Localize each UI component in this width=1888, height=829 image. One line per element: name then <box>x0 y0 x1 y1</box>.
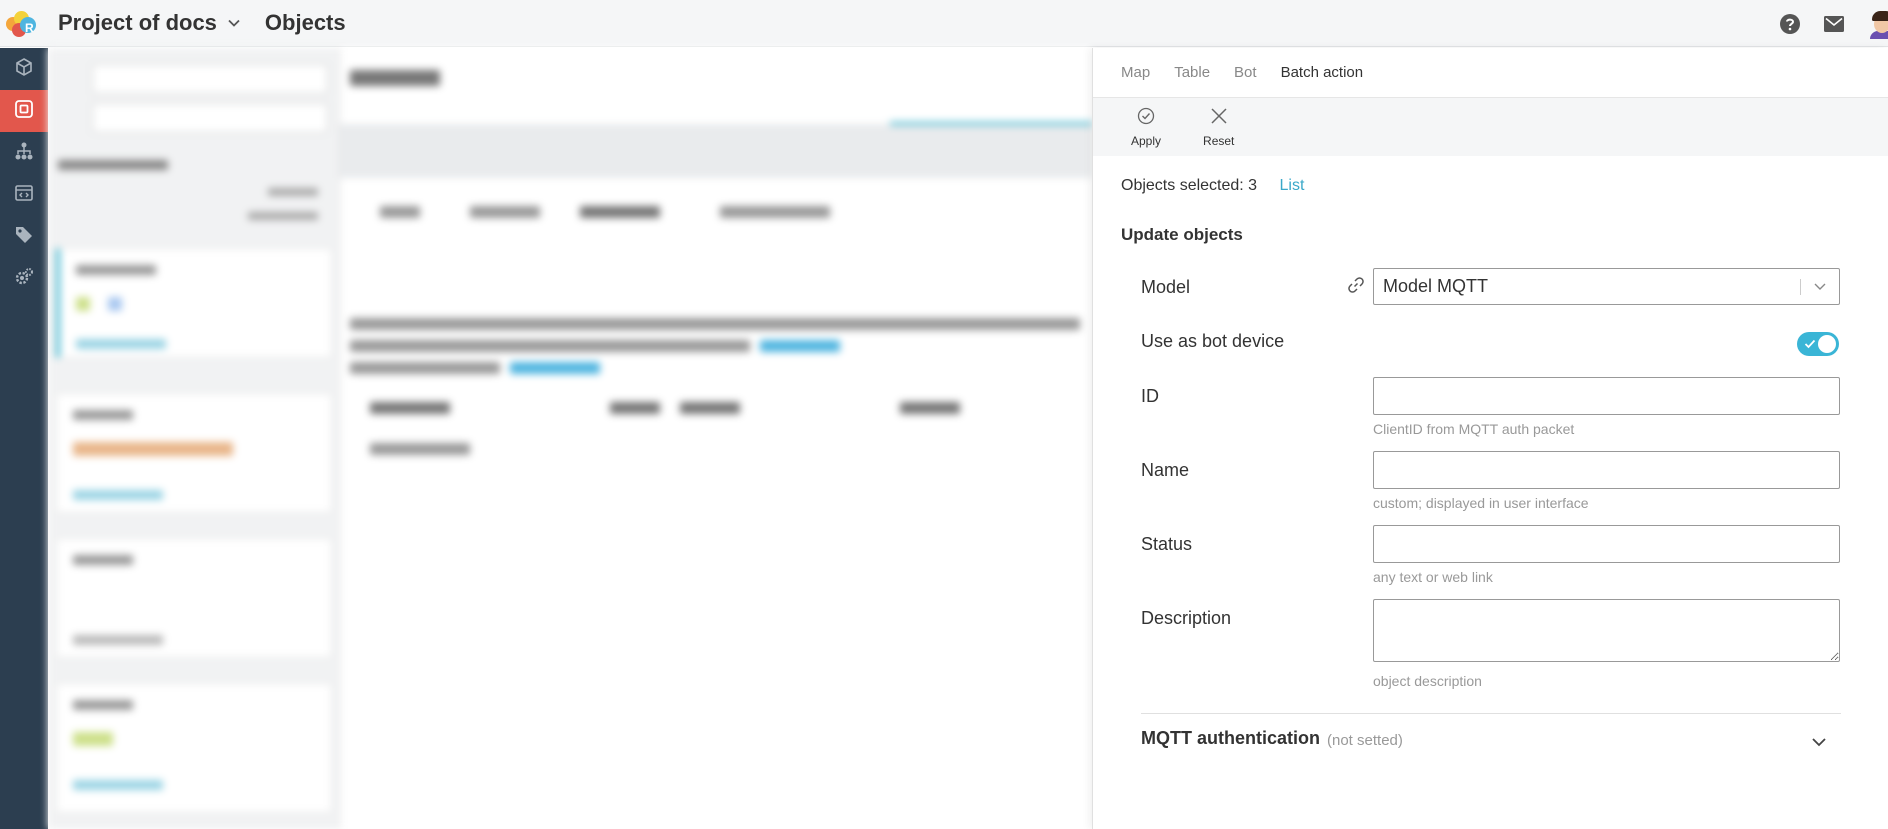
object-detail-background <box>340 48 1092 829</box>
batch-toolbar: Apply Reset <box>1093 98 1888 156</box>
gears-icon <box>14 267 34 292</box>
code-window-icon <box>14 183 34 208</box>
sidebar-item-code[interactable] <box>0 174 48 216</box>
tag-icon <box>14 225 34 250</box>
check-circle-icon <box>1137 107 1155 130</box>
mqtt-auth-status: (not setted) <box>1327 732 1403 749</box>
selection-summary: Objects selected: 3 List <box>1121 177 1304 195</box>
batch-action-panel: Map Table Bot Batch action Apply Reset O… <box>1092 48 1888 829</box>
tab-bot[interactable]: Bot <box>1234 64 1257 81</box>
description-hint: object description <box>1373 673 1482 689</box>
objects-icon <box>14 99 34 124</box>
apply-button[interactable]: Apply <box>1131 107 1161 148</box>
name-field[interactable] <box>1373 451 1840 489</box>
sidebar-item-hierarchy[interactable] <box>0 132 48 174</box>
reset-label: Reset <box>1203 133 1235 148</box>
app-logo[interactable]: R <box>4 3 44 43</box>
description-label: Description <box>1141 608 1232 628</box>
model-select-value: Model MQTT <box>1383 276 1489 296</box>
envelope-icon[interactable] <box>1822 12 1846 36</box>
id-field[interactable] <box>1373 377 1840 415</box>
objects-selected-count: Objects selected: 3 <box>1121 177 1258 194</box>
selected-list-link[interactable]: List <box>1280 177 1305 194</box>
name-label: Name <box>1141 460 1190 480</box>
top-header: R Project of docs Objects <box>0 0 1888 47</box>
project-name[interactable]: Project of docs <box>58 10 217 36</box>
tab-map[interactable]: Map <box>1121 64 1150 81</box>
panel-tabs: Map Table Bot Batch action <box>1093 48 1888 98</box>
user-avatar[interactable] <box>1866 9 1888 39</box>
check-icon <box>1804 337 1816 355</box>
main-sidebar <box>0 48 48 829</box>
chevron-down-icon[interactable] <box>227 16 241 30</box>
description-field[interactable] <box>1373 599 1840 662</box>
sidebar-item-cube[interactable] <box>0 48 48 90</box>
sidebar-item-tags[interactable] <box>0 216 48 258</box>
blurred-background <box>48 48 1092 829</box>
close-icon <box>1210 107 1228 130</box>
apply-label: Apply <box>1131 133 1162 148</box>
tab-table[interactable]: Table <box>1174 64 1210 81</box>
bot-device-label: Use as bot device <box>1141 331 1285 351</box>
link-icon[interactable] <box>1347 276 1365 299</box>
sidebar-item-settings[interactable] <box>0 258 48 300</box>
divider <box>1141 713 1841 714</box>
cube-icon <box>14 57 34 82</box>
help-circle-icon[interactable] <box>1778 12 1802 36</box>
status-label: Status <box>1141 534 1193 554</box>
model-select[interactable]: Model MQTT <box>1373 268 1840 305</box>
chevron-down-icon[interactable] <box>1812 734 1826 752</box>
reset-button[interactable]: Reset <box>1203 107 1234 148</box>
tab-batch-action[interactable]: Batch action <box>1281 64 1364 81</box>
id-hint: ClientID from MQTT auth packet <box>1373 421 1575 437</box>
object-list-background <box>48 48 340 829</box>
mqtt-auth-title[interactable]: MQTT authentication <box>1141 728 1320 749</box>
status-field[interactable] <box>1373 525 1840 563</box>
bot-device-toggle[interactable] <box>1797 332 1839 356</box>
update-objects-title: Update objects <box>1121 225 1243 244</box>
model-label: Model <box>1141 277 1191 297</box>
page-title: Objects <box>264 10 346 35</box>
status-hint: any text or web link <box>1373 569 1493 585</box>
id-label: ID <box>1141 386 1159 406</box>
chevron-down-icon <box>1801 283 1839 291</box>
name-hint: custom; displayed in user interface <box>1373 495 1589 511</box>
sidebar-item-objects[interactable] <box>0 90 48 132</box>
hierarchy-icon <box>14 141 34 166</box>
